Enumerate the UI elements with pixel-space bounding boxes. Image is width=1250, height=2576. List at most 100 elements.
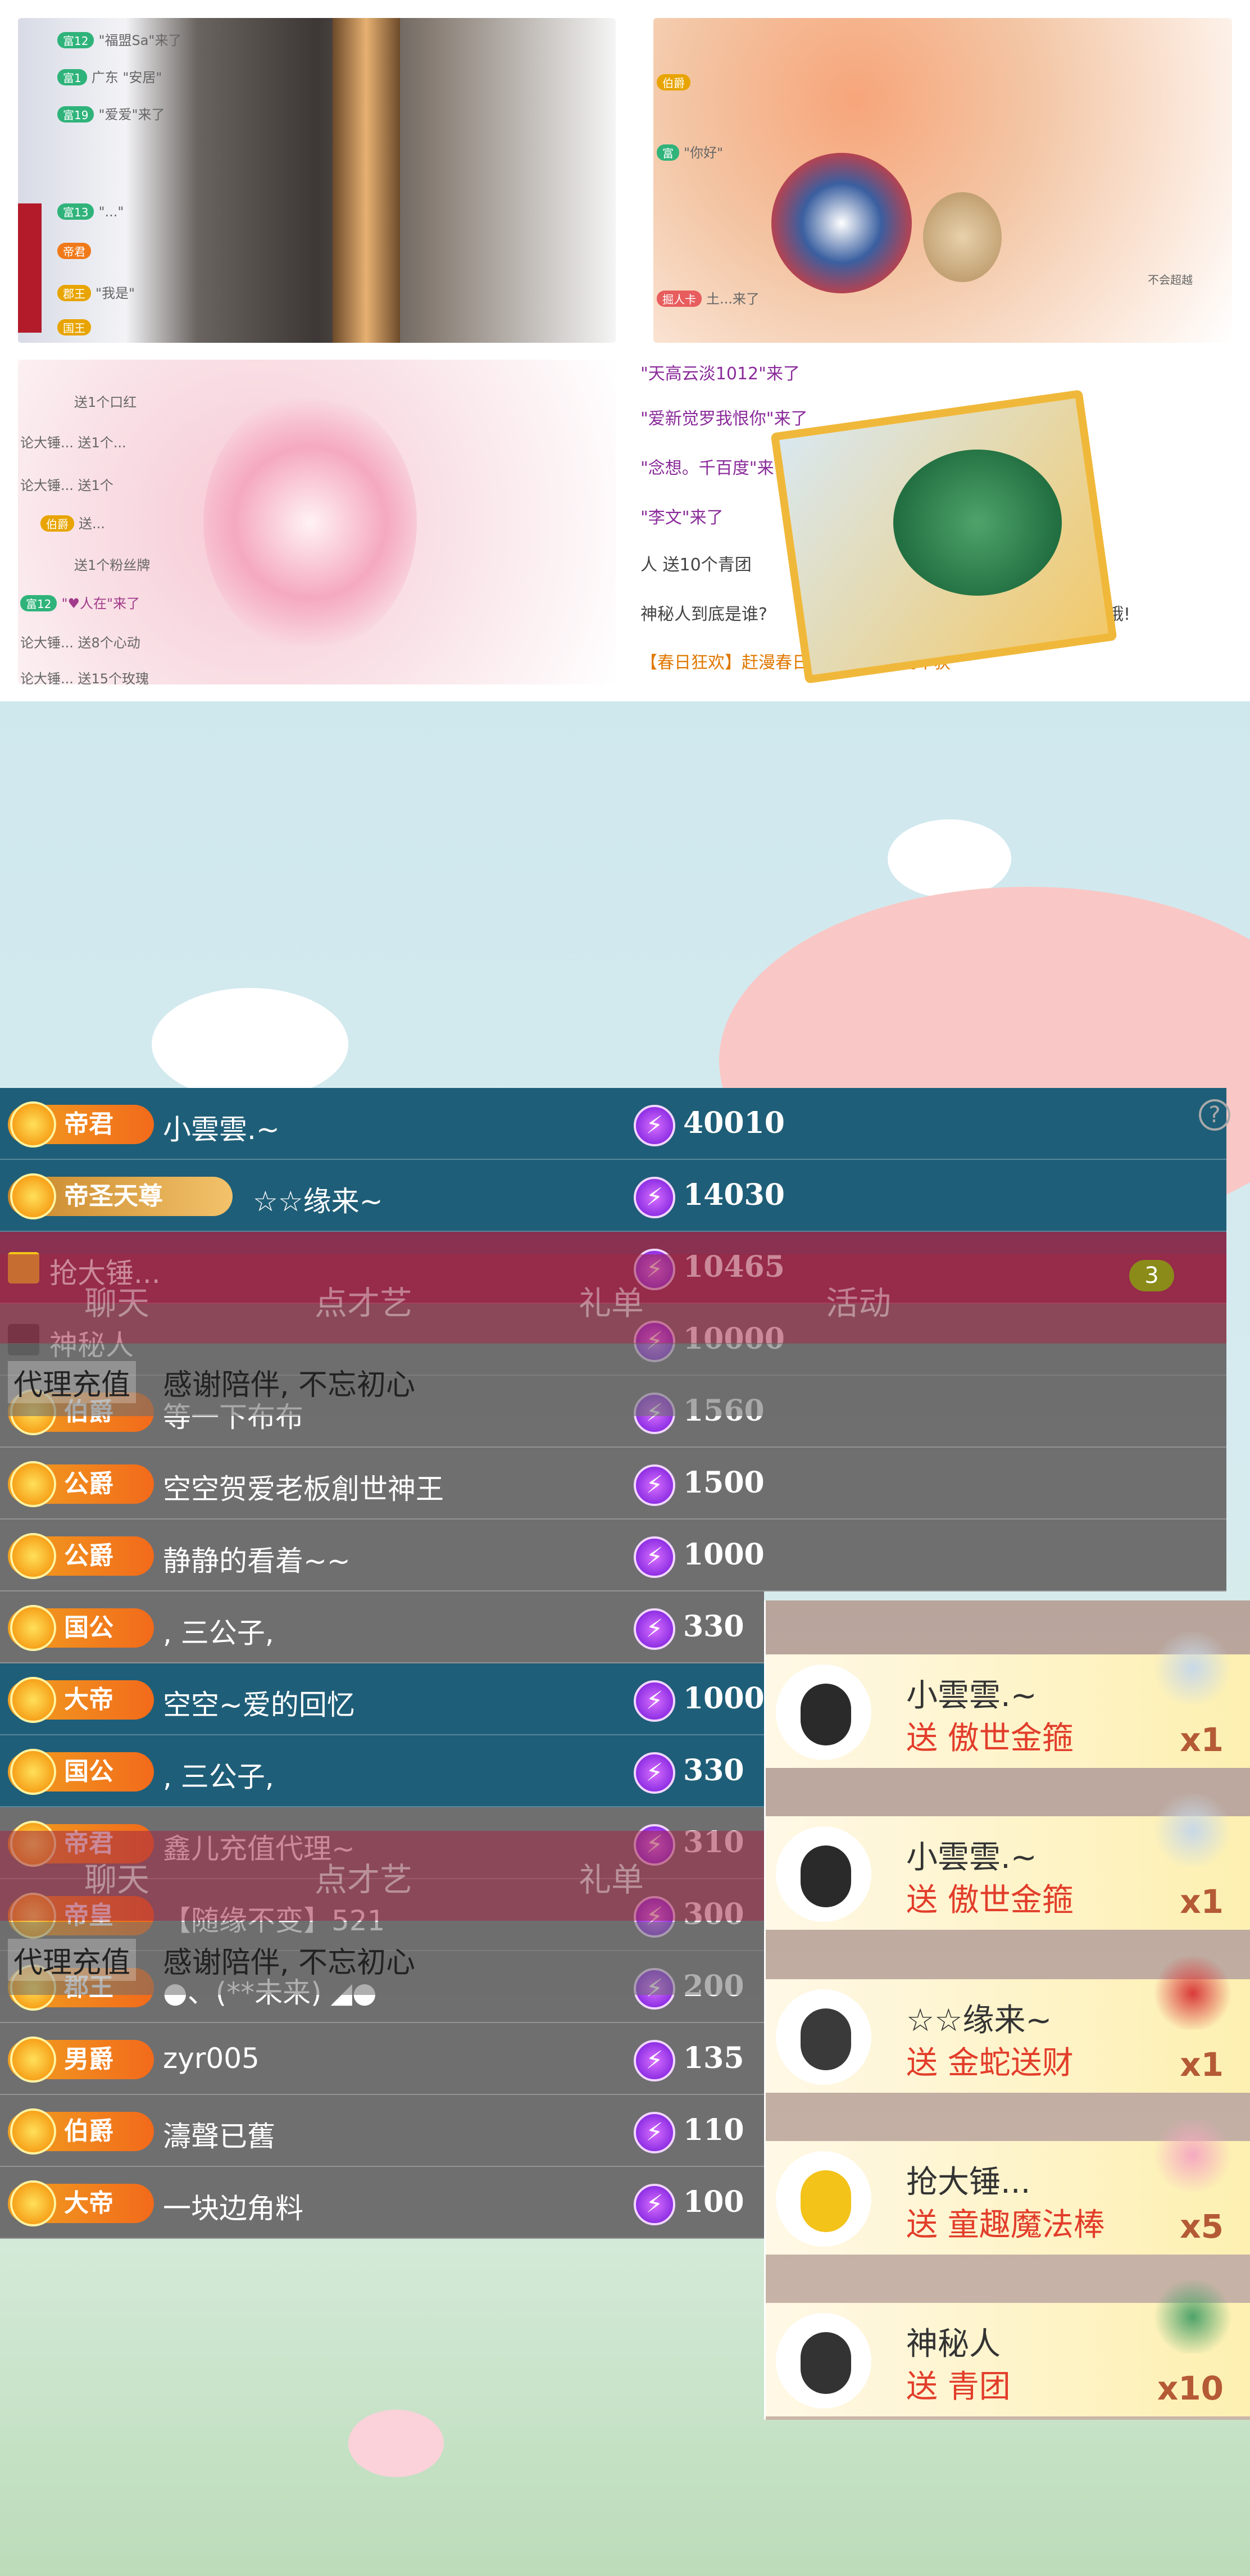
rank-badge-label: 帝圣天尊 [64,1182,163,1210]
rank-username: , 三公子, [163,1617,274,1649]
medal-icon [10,2180,56,2226]
chat-line: 富13 "..." [57,203,124,220]
gift-notification[interactable]: 小雲雲.~ 送 傲世金箍 x1 [766,1632,1250,1768]
chat-line: 人 送10个青团 [640,555,752,575]
ranking-row[interactable]: 伯爵 濤聲已舊 ⚡ 110 [0,2095,764,2167]
rank-badge-label: 公爵 [64,1470,113,1498]
ranking-row[interactable]: 公爵 静静的看着~~ ⚡ 1000 [0,1520,1226,1591]
avatar[interactable] [776,1989,871,2085]
gift-count: x5 [1180,2207,1224,2246]
medal-icon [10,1461,56,1507]
chat-line: 富12 "福盟Sa"来了 [57,29,181,49]
gift-description: 送 傲世金箍 [906,1720,1074,1757]
agent-bar-repeat: 代理充值 感谢陪伴, 不忘初心 [0,1922,764,1995]
stream-preview-1[interactable]: 富12 "福盟Sa"来了 富1 广东 "安居" 富19 "爱爱"来了 富13 "..."… [18,18,616,343]
ranking-row[interactable]: 大帝 一块边角料 ⚡ 100 [0,2167,764,2239]
rank-badge-label: 大帝 [64,1685,113,1714]
rank-username: 空空~爱的回忆 [163,1689,355,1721]
chat-line: "爱新觉罗我恨你"来了 [640,409,808,429]
gift-icon [1151,2280,1235,2353]
vase-gift-art [923,192,1002,282]
rank-badge-label: 帝君 [64,1110,113,1139]
rank-badge: 公爵 [8,1533,154,1579]
tab-chat[interactable]: 聊天 [84,1277,149,1324]
stream-preview-2[interactable]: 伯爵 富 "你好" 掘人卡 土...来了 不会超越 [653,18,1232,343]
agent-recharge-label[interactable]: 代理充值 [8,1939,137,1981]
rank-badge-label: 男爵 [64,2045,113,2074]
rank-badge-label: 国公 [64,1613,113,1642]
gift-count: x1 [1180,1883,1224,1921]
lightning-icon: ⚡ [634,2040,675,2081]
tab-bar: 聊天 点才艺 礼单 活动 3 [0,1254,1226,1344]
gift-notification[interactable]: 小雲雲.~ 送 傲世金箍 x1 [766,1794,1250,1930]
avatar[interactable] [776,1665,871,1760]
gift-notification[interactable]: ☆☆缘来~ 送 金蛇送财 x1 [766,1957,1250,2093]
stream-preview-4[interactable]: "天高云淡1012"来了 "爱新觉罗我恨你"来了 "念想。千百度"来了 "李文"… [635,360,1232,684]
ranking-row[interactable]: 帝君 小雲雲.~ ⚡ 40010 [0,1088,1226,1160]
tab-gift-list[interactable]: 礼单 [579,1277,644,1324]
ranking-row[interactable]: 大帝 空空~爱的回忆 ⚡ 1000 [0,1663,765,1735]
gift-description: 送 金蛇送财 [906,2045,1074,2081]
medal-icon [10,1101,56,1148]
gift-sender-name: 小雲雲.~ [906,1839,1037,1876]
rank-username: 静静的看着~~ [163,1545,351,1577]
rank-badge: 帝圣天尊 [8,1173,233,1219]
ranking-row[interactable]: 国公 , 三公子, ⚡ 330 [0,1735,764,1807]
composite-screenshot: 富12 "福盟Sa"来了 富1 广东 "安居" 富19 "爱爱"来了 富13 "..."… [0,0,1250,2576]
lightning-icon: ⚡ [634,1177,675,1218]
rank-score: 1000 [683,1538,765,1572]
rank-badge: 男爵 [8,2037,154,2083]
lightning-icon: ⚡ [634,1536,675,1578]
avatar[interactable] [776,2313,871,2409]
rank-username: 濤聲已舊 [163,2120,275,2153]
gift-icon [1151,2119,1235,2192]
medal-icon [10,1749,56,1795]
agent-recharge-label[interactable]: 代理充值 [8,1361,137,1403]
tab-activity[interactable]: 活动 [826,1277,891,1324]
medal-icon [10,1533,56,1579]
tab-chat[interactable]: 聊天 [84,1853,149,1901]
chat-line: 掘人卡 土...来了 [657,288,760,307]
gift-notification[interactable]: 神秘人送 青团 x10 [766,2280,1250,2416]
gift-sender-name: ☆☆缘来~ [906,2002,1052,2039]
lightning-icon: ⚡ [634,1464,675,1506]
rank-username: ☆☆缘来~ [253,1185,383,1218]
chat-line: 论大锤... 送1个... [20,435,126,451]
cloud [152,988,348,1100]
gift-count: x10 [1157,2369,1224,2407]
lightning-icon: ⚡ [634,2112,675,2153]
tab-talent[interactable]: 点才艺 [315,1277,412,1324]
avatar[interactable] [776,2151,871,2247]
chat-line: 论大锤... 送1个 [20,478,113,493]
gift-icon [1151,1632,1235,1705]
gift-notification[interactable]: 抢大锤... 送 童趣魔法棒 x5 [766,2119,1250,2255]
rank-score: 40010 [683,1106,785,1140]
medal-icon [10,1173,56,1219]
help-icon[interactable]: ? [1199,1099,1230,1131]
rank-badge: 国公 [8,1749,154,1795]
chat-line: 郡王 "我是" [57,282,135,302]
chat-line: "念想。千百度"来了 [640,459,791,478]
doll-gift-art [771,153,912,293]
rank-badge-label: 大帝 [64,2189,113,2217]
tab-badge: 3 [1129,1260,1174,1291]
chat-line: 国王 [57,319,96,335]
red-sidebar [18,203,42,333]
tab-gift-list[interactable]: 礼单 [579,1853,644,1901]
rank-score: 100 [683,2185,744,2219]
gift-description: 送 傲世金箍 [906,1882,1074,1919]
rank-score: 135 [683,2041,744,2075]
gift-sender-name: 抢大锤... [906,2164,1031,2201]
medal-icon [10,2037,56,2083]
chat-line: 不会超越 [1148,273,1193,287]
ranking-row[interactable]: 男爵 zyr005 ⚡ 135 [0,2023,764,2095]
ranking-row[interactable]: 公爵 空空贺爱老板創世神王 ⚡ 1500 [0,1448,1226,1520]
rank-badge: 大帝 [8,1677,154,1723]
chat-line: 伯爵 [657,74,695,90]
stream-preview-3[interactable]: 送1个口红 论大锤... 送1个... 论大锤... 送1个 伯爵 送... 送1… [18,360,616,684]
rank-username: 空空贺爱老板創世神王 [163,1473,444,1505]
ranking-row[interactable]: 帝圣天尊 ☆☆缘来~ ⚡ 14030 [0,1160,1226,1232]
avatar[interactable] [776,1826,871,1922]
ranking-row[interactable]: 国公 , 三公子, ⚡ 330 [0,1591,764,1663]
tab-talent[interactable]: 点才艺 [315,1853,412,1901]
